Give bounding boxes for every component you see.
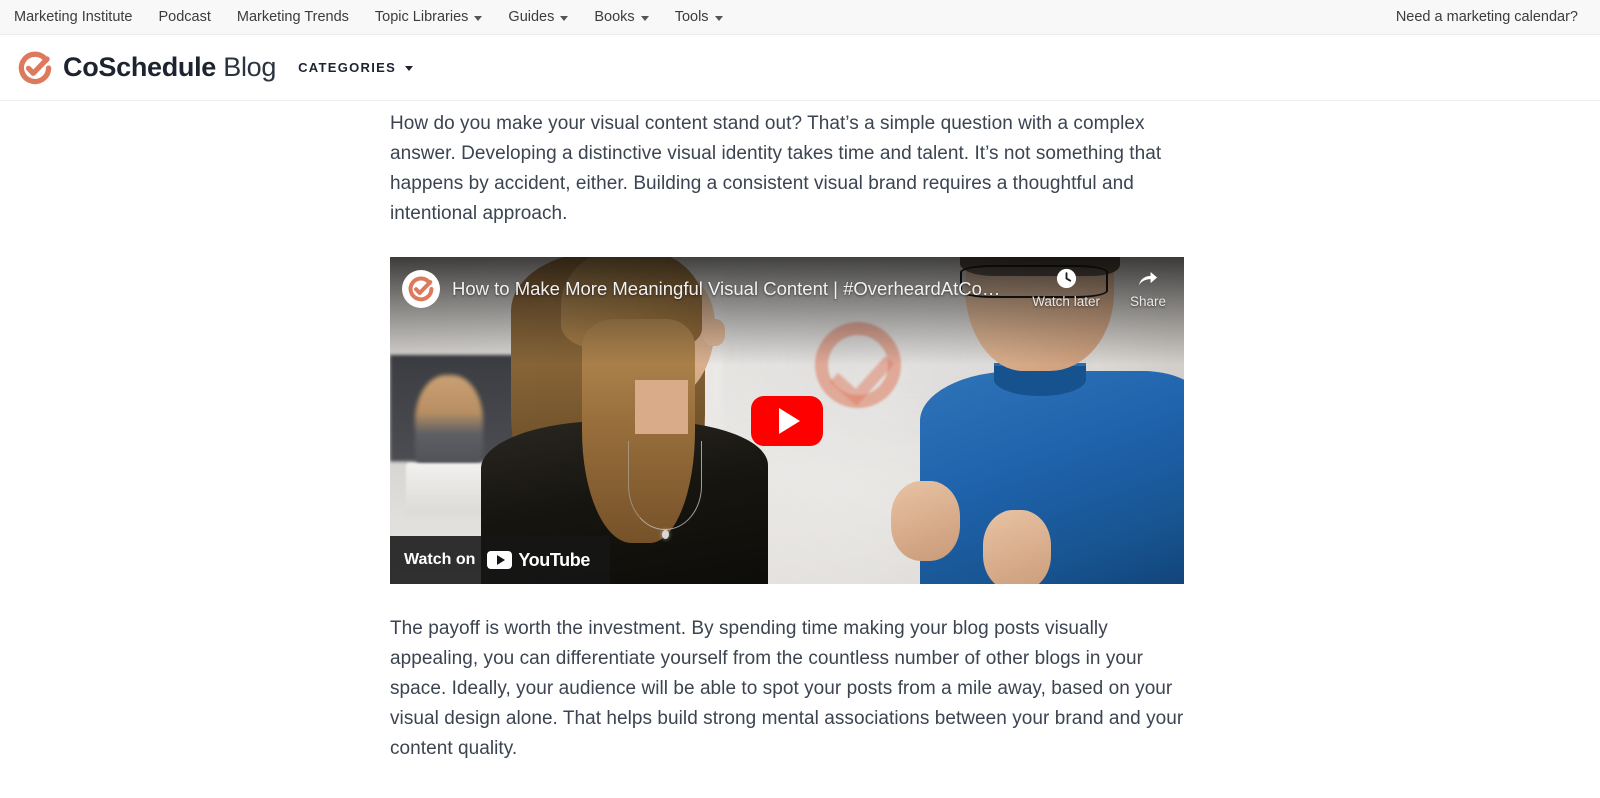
youtube-play-badge-icon: [487, 551, 513, 569]
chevron-down-icon: [405, 66, 414, 71]
topnav-label: Topic Libraries: [374, 8, 469, 25]
article-paragraph-1: How do you make your visual content stan…: [390, 113, 1162, 224]
article-paragraph-2: The payoff is worth the investment. By s…: [390, 618, 1184, 759]
chevron-down-icon: [640, 15, 649, 21]
channel-avatar[interactable]: [402, 270, 440, 308]
blog-post-article: How do you make your visual content stan…: [390, 101, 1184, 798]
categories-dropdown-button[interactable]: CATEGORIES: [298, 60, 414, 75]
topnav-label: Books: [594, 8, 635, 25]
chevron-down-icon: [714, 15, 723, 21]
share-arrow-icon: [1139, 271, 1158, 286]
youtube-video-embed[interactable]: How to Make More Meaningful Visual Conte…: [390, 257, 1184, 584]
article-paragraph-3: So, how can you cut through the clutter …: [390, 792, 1184, 798]
marketing-calendar-cta-link[interactable]: Need a marketing calendar?: [1396, 9, 1578, 25]
topnav-item-podcast[interactable]: Podcast: [145, 10, 223, 25]
brand-suffix-text: Blog: [223, 52, 277, 82]
topnav-item-marketing-trends[interactable]: Marketing Trends: [224, 10, 362, 25]
topnav-item-topic-libraries[interactable]: Topic Libraries: [362, 10, 496, 25]
coschedule-check-logo-icon: [408, 276, 434, 302]
top-utility-bar: Marketing Institute Podcast Marketing Tr…: [0, 0, 1600, 35]
watch-on-youtube-button[interactable]: Watch on YouTube: [390, 536, 610, 584]
coschedule-blog-logo-link[interactable]: CoSchedule Blog: [18, 51, 276, 85]
topnav-label: Guides: [508, 8, 555, 25]
video-actions: Watch later Share: [1032, 267, 1170, 309]
chevron-down-icon: [474, 15, 483, 21]
topnav-label: Tools: [674, 8, 709, 25]
topnav-item-books[interactable]: Books: [581, 10, 661, 25]
share-label: Share: [1129, 294, 1166, 309]
chevron-down-icon: [560, 15, 569, 21]
clock-icon: [1056, 268, 1076, 289]
video-title[interactable]: How to Make More Meaningful Visual Conte…: [452, 267, 1000, 311]
video-header-overlay: How to Make More Meaningful Visual Conte…: [390, 257, 1184, 327]
topnav-label: Marketing Trends: [236, 8, 349, 25]
topnav-label: Marketing Institute: [14, 8, 133, 25]
watch-later-button[interactable]: Watch later: [1032, 267, 1100, 309]
coschedule-check-logo-icon: [18, 51, 52, 84]
watch-on-label: Watch on: [404, 551, 476, 568]
page-content-area: How do you make your visual content stan…: [0, 101, 1600, 798]
topnav-item-marketing-institute[interactable]: Marketing Institute: [14, 10, 145, 25]
categories-label: CATEGORIES: [298, 60, 397, 75]
brand-header-bar: CoSchedule Blog CATEGORIES: [0, 35, 1600, 101]
share-button[interactable]: Share: [1130, 267, 1166, 309]
watch-later-label: Watch later: [1032, 294, 1100, 309]
play-button[interactable]: [751, 395, 823, 446]
top-navigation: Marketing Institute Podcast Marketing Tr…: [14, 10, 736, 25]
topnav-item-guides[interactable]: Guides: [495, 10, 581, 25]
youtube-logo: YouTube: [487, 551, 590, 569]
topnav-label: Podcast: [158, 8, 211, 25]
youtube-wordmark: YouTube: [518, 550, 590, 570]
brand-name-text: CoSchedule: [63, 52, 217, 82]
topnav-item-tools[interactable]: Tools: [662, 10, 736, 25]
